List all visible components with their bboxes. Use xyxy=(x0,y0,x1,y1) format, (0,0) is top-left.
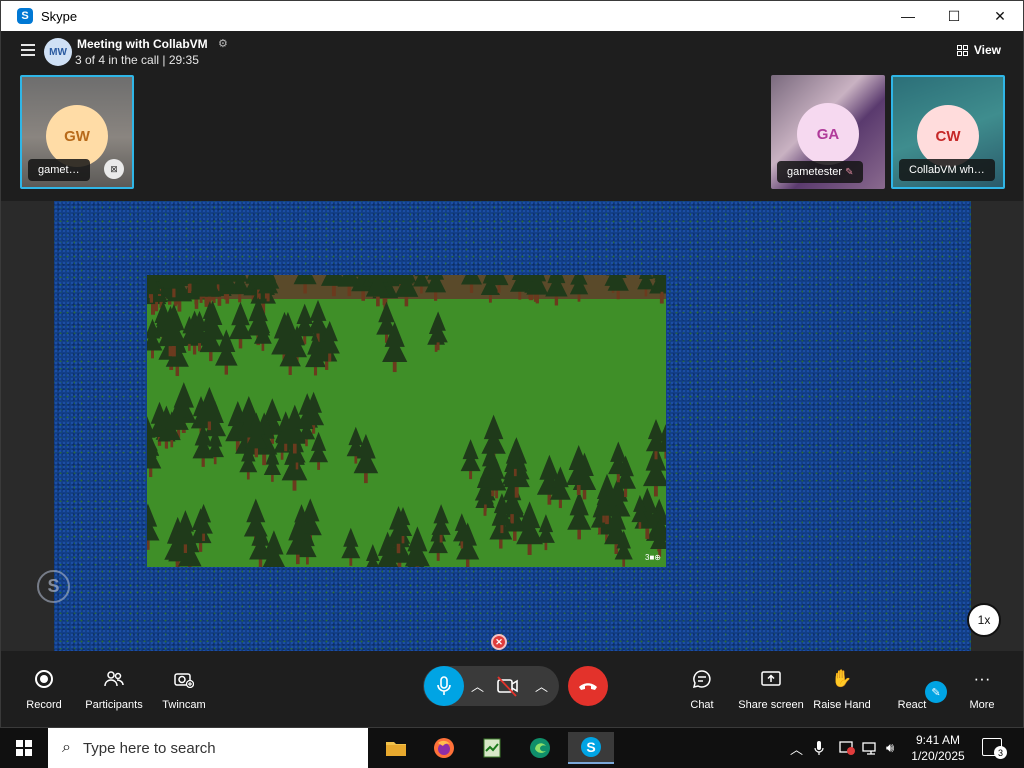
skype-app-icon: S xyxy=(17,8,33,24)
skype-window: S Skype — ☐ ✕ MW Meeting with CollabVM ⚙… xyxy=(0,0,1024,728)
camera-options-chevron-icon[interactable]: ︿ xyxy=(535,676,548,695)
grid-icon xyxy=(956,44,968,56)
microphone-button[interactable] xyxy=(424,666,464,706)
participant-name: gamet… xyxy=(28,159,90,181)
chat-button[interactable]: Chat xyxy=(667,667,737,711)
game-watermark: 3■⊕ xyxy=(645,553,661,562)
tray-chevron-icon[interactable]: ︿ xyxy=(790,728,803,768)
file-explorer-taskbar-icon[interactable] xyxy=(376,732,416,764)
camera-off-button[interactable] xyxy=(495,674,521,698)
call-status: 3 of 4 in the call | 29:35 xyxy=(75,53,199,67)
participant-name: CollabVM wh… xyxy=(899,159,995,181)
hang-up-icon xyxy=(579,683,597,690)
notification-count-badge: 3 xyxy=(994,746,1007,759)
people-icon xyxy=(79,667,149,691)
gear-icon[interactable]: ⚙ xyxy=(218,37,228,50)
muted-mic-icon: ✎ xyxy=(845,167,854,178)
mic-options-chevron-icon[interactable]: ︿ xyxy=(471,676,484,695)
more-icon: ··· xyxy=(973,669,991,688)
minimize-button[interactable]: — xyxy=(885,1,931,31)
error-icon[interactable]: ✕ xyxy=(491,634,507,650)
title-bar: S Skype — ☐ ✕ xyxy=(1,1,1023,31)
clock-time: 9:41 AM xyxy=(915,733,961,747)
pen-icon[interactable]: ✎ xyxy=(925,681,947,703)
view-label: View xyxy=(973,43,1001,57)
windows-taskbar: ⌕ Type here to search S ︿ 🔊︎ 9:41 AM 1/2… xyxy=(0,728,1024,768)
more-button[interactable]: ··· More xyxy=(947,667,1017,711)
task-manager-taskbar-icon[interactable] xyxy=(472,732,512,764)
taskbar-clock[interactable]: 9:41 AM 1/20/2025 xyxy=(908,732,968,764)
participant-tile-gw[interactable]: GW gamet… ⊠ xyxy=(20,75,134,189)
menu-icon[interactable] xyxy=(21,44,35,56)
svg-text:S: S xyxy=(586,739,595,755)
screen-share-icon: ⊠ xyxy=(104,159,124,179)
tray-network-icon[interactable] xyxy=(862,728,880,768)
microphone-icon xyxy=(437,676,451,695)
share-screen-icon xyxy=(736,667,806,691)
close-button[interactable]: ✕ xyxy=(977,1,1023,31)
firefox-taskbar-icon[interactable] xyxy=(424,732,464,764)
playback-speed-button[interactable]: 1x xyxy=(967,603,1001,637)
game-viewport[interactable]: 3■⊕ xyxy=(147,275,666,567)
tray-alert-icon[interactable] xyxy=(838,728,856,768)
raise-hand-button[interactable]: ✋ Raise Hand xyxy=(807,667,877,711)
edge-taskbar-icon[interactable] xyxy=(520,732,560,764)
call-header: MW Meeting with CollabVM ⚙ 3 of 4 in the… xyxy=(1,31,1023,73)
windows-logo-icon xyxy=(16,740,32,756)
participant-avatar: GW xyxy=(46,105,108,167)
participant-tile-ga[interactable]: GA gametester ✎ xyxy=(771,75,885,189)
participants-button[interactable]: Participants xyxy=(79,667,149,711)
tray-microphone-icon[interactable] xyxy=(814,728,824,768)
tray-volume-icon[interactable]: 🔊︎ xyxy=(886,728,894,768)
clock-date: 1/20/2025 xyxy=(911,749,965,763)
forest-scene xyxy=(147,275,666,567)
view-button[interactable]: View xyxy=(956,43,1001,57)
stage-margin-right xyxy=(971,201,1023,651)
search-placeholder: Type here to search xyxy=(82,739,216,757)
twincam-button[interactable]: Twincam xyxy=(149,667,219,711)
skype-watermark-icon: S xyxy=(37,570,70,603)
meeting-avatar[interactable]: MW xyxy=(44,38,72,66)
window-title: Skype xyxy=(41,8,78,24)
hand-icon: ✋ xyxy=(831,669,853,688)
meeting-title: Meeting with CollabVM xyxy=(77,37,208,51)
participant-name: gametester ✎ xyxy=(777,161,864,183)
record-icon xyxy=(35,670,53,688)
participant-avatar: GA xyxy=(797,103,859,165)
hang-up-button[interactable] xyxy=(568,666,608,706)
skype-taskbar-icon[interactable]: S xyxy=(568,732,614,764)
camera-add-icon xyxy=(149,667,219,691)
search-icon: ⌕ xyxy=(62,739,71,756)
chat-icon xyxy=(667,667,737,691)
participant-avatar: CW xyxy=(917,105,979,167)
maximize-button[interactable]: ☐ xyxy=(931,1,977,31)
participant-tile-cw[interactable]: CW CollabVM wh… xyxy=(891,75,1005,189)
start-button[interactable] xyxy=(0,728,48,768)
camera-off-icon xyxy=(497,676,518,697)
share-screen-button[interactable]: Share screen xyxy=(736,667,806,711)
record-button[interactable]: Record xyxy=(9,667,79,711)
taskbar-search[interactable]: ⌕ Type here to search xyxy=(48,728,368,768)
